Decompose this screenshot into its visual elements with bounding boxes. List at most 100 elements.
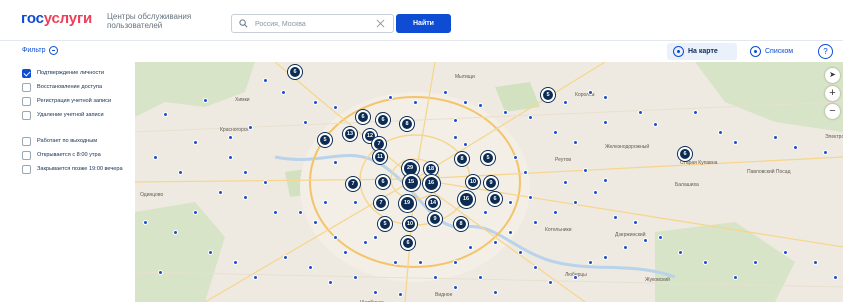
map-marker[interactable] — [297, 209, 303, 215]
map-marker[interactable] — [512, 154, 518, 160]
filter-account-deletion[interactable]: Удаление учетной записи — [22, 111, 132, 120]
checkbox[interactable] — [22, 83, 31, 92]
map-cluster-marker[interactable]: 5 — [481, 151, 495, 165]
map-marker[interactable] — [452, 284, 458, 290]
map-marker[interactable] — [432, 274, 438, 280]
map-marker[interactable] — [352, 199, 358, 205]
map-marker[interactable] — [242, 194, 248, 200]
map-marker[interactable] — [247, 124, 253, 130]
map-cluster-marker[interactable]: 5 — [541, 88, 555, 102]
map-marker[interactable] — [332, 159, 338, 165]
map-marker[interactable] — [572, 139, 578, 145]
map-marker[interactable] — [217, 189, 223, 195]
map-marker[interactable] — [782, 249, 788, 255]
map-marker[interactable] — [562, 179, 568, 185]
map-marker[interactable] — [227, 134, 233, 140]
map-marker[interactable] — [517, 249, 523, 255]
map-cluster-marker[interactable]: 6 — [401, 236, 415, 250]
map-cluster-marker[interactable]: 13 — [343, 127, 357, 141]
map-marker[interactable] — [387, 94, 393, 100]
map-marker[interactable] — [322, 199, 328, 205]
help-button[interactable]: ? — [818, 44, 833, 59]
map-marker[interactable] — [372, 234, 378, 240]
map-marker[interactable] — [592, 189, 598, 195]
map-marker[interactable] — [502, 109, 508, 115]
map-cluster-marker[interactable]: 19 — [398, 194, 416, 212]
map-marker[interactable] — [717, 129, 723, 135]
map-marker[interactable] — [732, 139, 738, 145]
map-marker[interactable] — [352, 274, 358, 280]
gosuslugi-logo[interactable]: госуслуги — [21, 10, 92, 27]
map-marker[interactable] — [192, 139, 198, 145]
map-marker[interactable] — [312, 219, 318, 225]
map-marker[interactable] — [692, 109, 698, 115]
map-marker[interactable] — [642, 237, 648, 243]
map-marker[interactable] — [342, 249, 348, 255]
map-marker[interactable] — [462, 141, 468, 147]
map-marker[interactable] — [562, 99, 568, 105]
map-marker[interactable] — [792, 144, 798, 150]
map-marker[interactable] — [632, 219, 638, 225]
map-marker[interactable] — [822, 149, 828, 155]
map-marker[interactable] — [677, 249, 683, 255]
map-marker[interactable] — [207, 249, 213, 255]
filter-toggle[interactable]: Фильтр — [22, 46, 58, 55]
filter-closes-after-19[interactable]: Закрывается позже 19:00 вечера — [22, 165, 132, 174]
map-marker[interactable] — [412, 99, 418, 105]
map-marker[interactable] — [467, 244, 473, 250]
zoom-out-button[interactable]: − — [825, 104, 840, 119]
map-marker[interactable] — [572, 199, 578, 205]
map-marker[interactable] — [587, 259, 593, 265]
map-marker[interactable] — [657, 234, 663, 240]
map-marker[interactable] — [192, 209, 198, 215]
filter-identity-confirmation[interactable]: Подтверждение личности — [22, 69, 132, 78]
map-marker[interactable] — [242, 169, 248, 175]
checkbox[interactable] — [22, 165, 31, 174]
map-marker[interactable] — [602, 94, 608, 100]
map-marker[interactable] — [772, 134, 778, 140]
map-marker[interactable] — [262, 179, 268, 185]
zoom-in-button[interactable]: + — [825, 86, 840, 101]
map-cluster-marker[interactable]: 10 — [403, 217, 417, 231]
map-marker[interactable] — [612, 214, 618, 220]
map-marker[interactable] — [312, 99, 318, 105]
map-marker[interactable] — [832, 274, 838, 280]
map-marker[interactable] — [372, 289, 378, 295]
map-marker[interactable] — [572, 274, 578, 280]
map-marker[interactable] — [362, 239, 368, 245]
map-marker[interactable] — [177, 169, 183, 175]
map-cluster-marker[interactable]: 9 — [484, 176, 498, 190]
map-cluster-marker[interactable]: 11 — [373, 150, 387, 164]
map-cluster-marker[interactable]: 7 — [346, 177, 360, 191]
map-cluster-marker[interactable]: 8 — [400, 117, 414, 131]
map-marker[interactable] — [282, 254, 288, 260]
map-marker[interactable] — [417, 259, 423, 265]
map-marker[interactable] — [232, 259, 238, 265]
map-marker[interactable] — [622, 244, 628, 250]
map-marker[interactable] — [652, 121, 658, 127]
map-cluster-marker[interactable]: 8 — [455, 152, 469, 166]
map-cluster-marker[interactable]: 10 — [466, 175, 480, 189]
map-marker[interactable] — [452, 134, 458, 140]
map[interactable]: ХимкиМытищиКоролёвБалашихаРеутовЛюберцыЖ… — [135, 62, 843, 302]
map-marker[interactable] — [547, 279, 553, 285]
tab-list-view[interactable]: Списком — [744, 43, 806, 60]
map-marker[interactable] — [637, 109, 643, 115]
map-marker[interactable] — [392, 259, 398, 265]
map-marker[interactable] — [492, 289, 498, 295]
search-box[interactable] — [231, 14, 394, 33]
map-marker[interactable] — [302, 119, 308, 125]
map-cluster-marker[interactable]: 18 — [424, 162, 438, 176]
map-marker[interactable] — [532, 264, 538, 270]
tab-map-view[interactable]: На карте — [667, 43, 737, 60]
map-marker[interactable] — [552, 129, 558, 135]
map-marker[interactable] — [172, 229, 178, 235]
map-marker[interactable] — [272, 209, 278, 215]
filter-weekends[interactable]: Работает по выходным — [22, 137, 132, 146]
map-cluster-marker[interactable]: 9 — [428, 212, 442, 226]
clear-icon[interactable] — [376, 19, 385, 28]
map-marker[interactable] — [522, 169, 528, 175]
map-marker[interactable] — [527, 114, 533, 120]
filter-account-registration[interactable]: Регистрация учетной записи — [22, 97, 132, 106]
map-marker[interactable] — [142, 219, 148, 225]
